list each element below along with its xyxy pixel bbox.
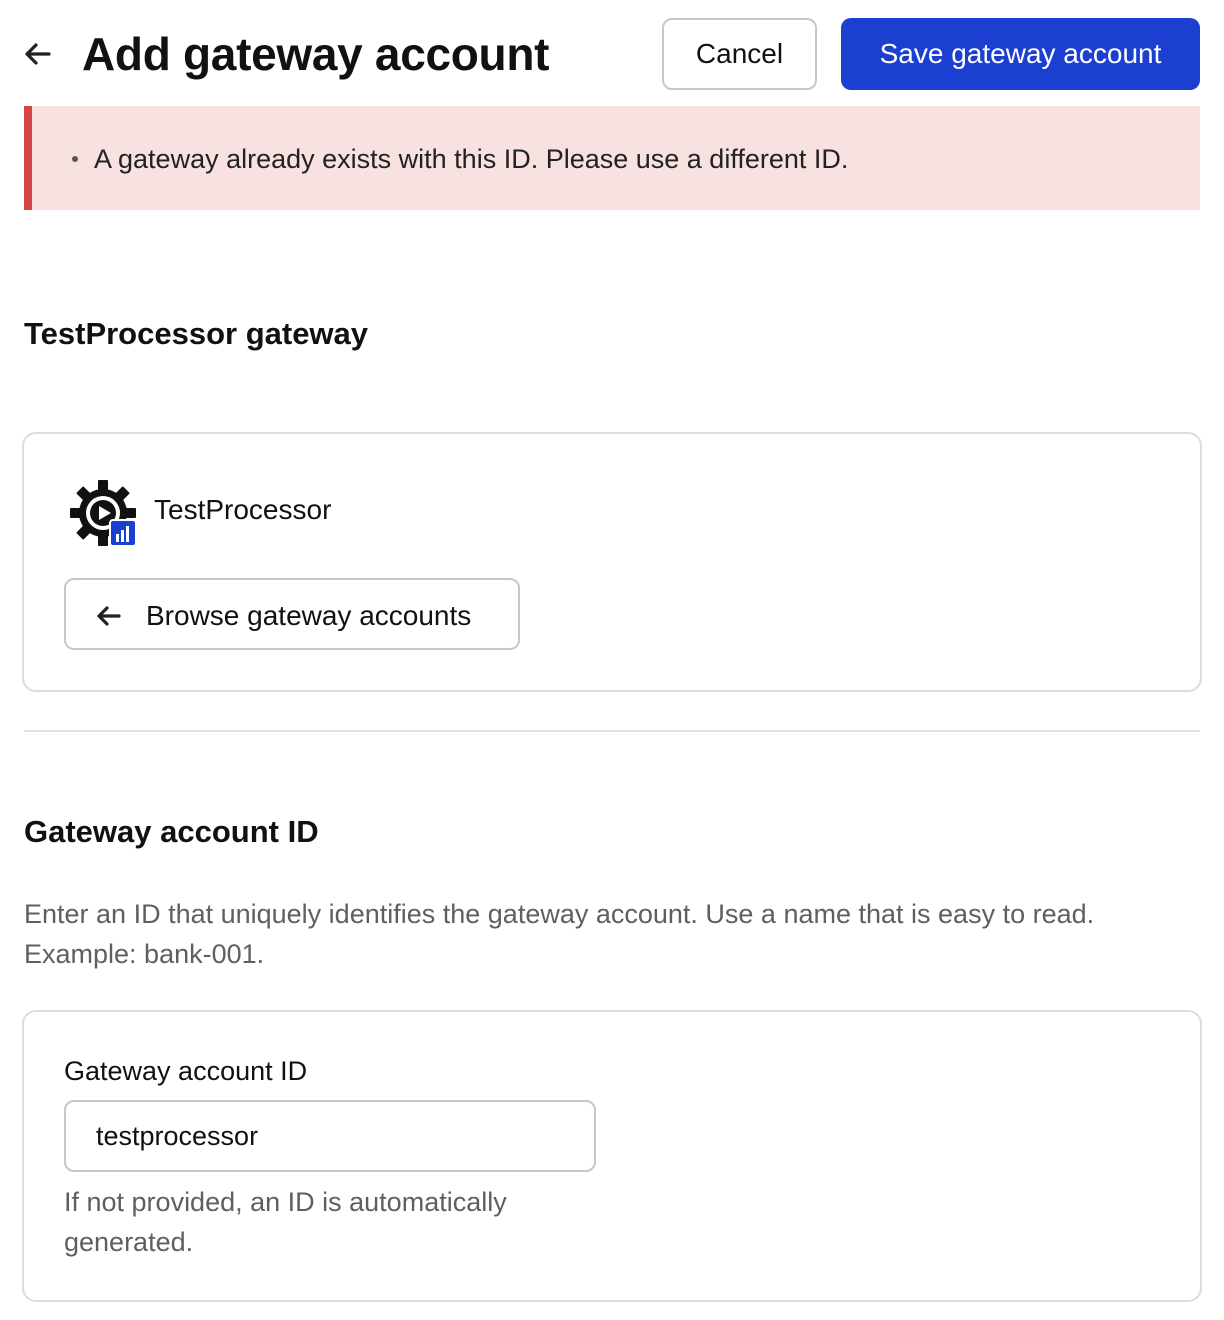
error-banner: A gateway already exists with this ID. P… (24, 106, 1200, 210)
error-bullet (72, 156, 78, 162)
gateway-id-section-title: Gateway account ID (24, 814, 319, 849)
browse-gateway-accounts-label: Browse gateway accounts (146, 600, 472, 631)
page-header: Add gateway account Cancel Save gateway … (0, 0, 1224, 106)
processor-name: TestProcessor (154, 494, 332, 525)
processor-card: TestProcessor Browse gateway accounts (22, 432, 1202, 692)
add-gateway-account-page: Add gateway account Cancel Save gateway … (0, 0, 1224, 1320)
error-message: A gateway already exists with this ID. P… (94, 144, 849, 174)
gateway-id-hint: If not provided, an ID is automatically … (64, 1187, 507, 1257)
gateway-id-card: Gateway account ID If not provided, an I… (22, 1010, 1202, 1302)
back-button[interactable] (20, 36, 54, 72)
gateway-id-description: Enter an ID that uniquely identifies the… (24, 899, 1095, 969)
arrow-left-icon (25, 43, 51, 65)
browse-gateway-accounts-button[interactable]: Browse gateway accounts (64, 578, 520, 650)
gear-play-icon (70, 480, 137, 547)
gateway-id-field-label: Gateway account ID (64, 1056, 308, 1086)
section-divider (24, 730, 1200, 732)
arrow-left-icon (97, 606, 121, 626)
gateway-id-input[interactable] (64, 1100, 596, 1172)
processor-section-title: TestProcessor gateway (24, 316, 369, 351)
cancel-button[interactable]: Cancel (662, 18, 817, 90)
page-title: Add gateway account (82, 28, 550, 80)
save-gateway-account-button[interactable]: Save gateway account (841, 18, 1200, 90)
